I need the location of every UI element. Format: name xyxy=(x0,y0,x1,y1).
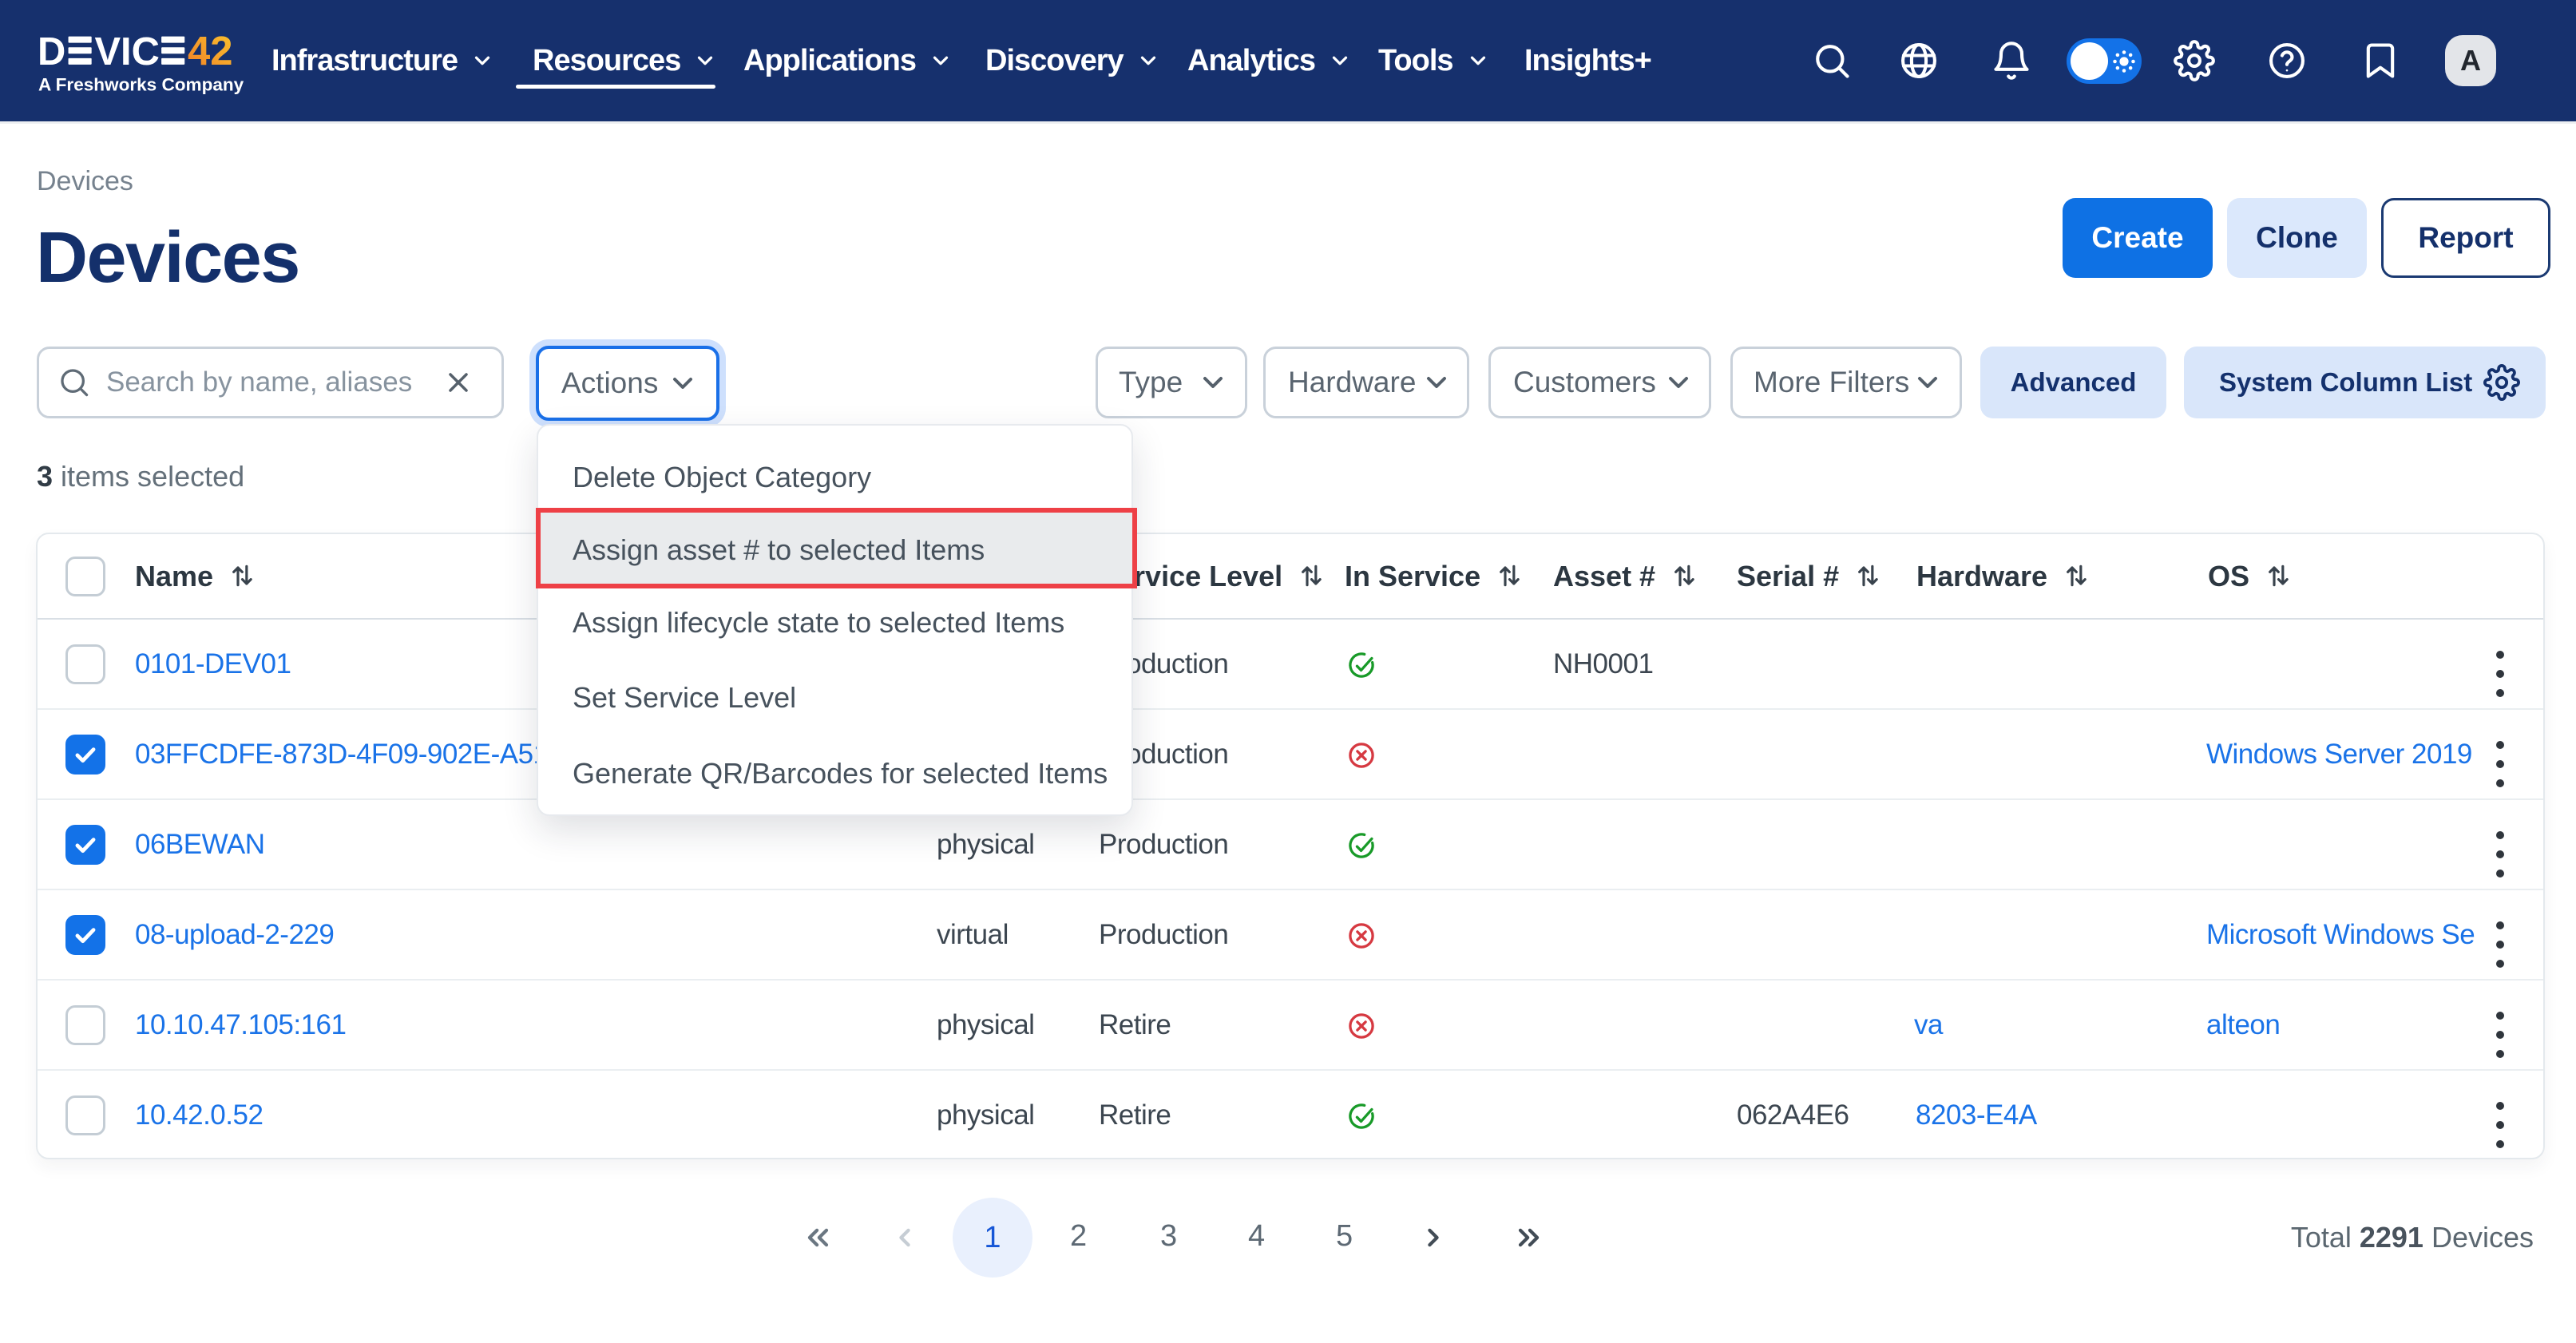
svg-text:VIC: VIC xyxy=(94,30,159,73)
svg-text:A Freshworks Company: A Freshworks Company xyxy=(38,75,244,95)
svg-text:D: D xyxy=(38,30,65,73)
svg-text:42: 42 xyxy=(188,28,232,73)
